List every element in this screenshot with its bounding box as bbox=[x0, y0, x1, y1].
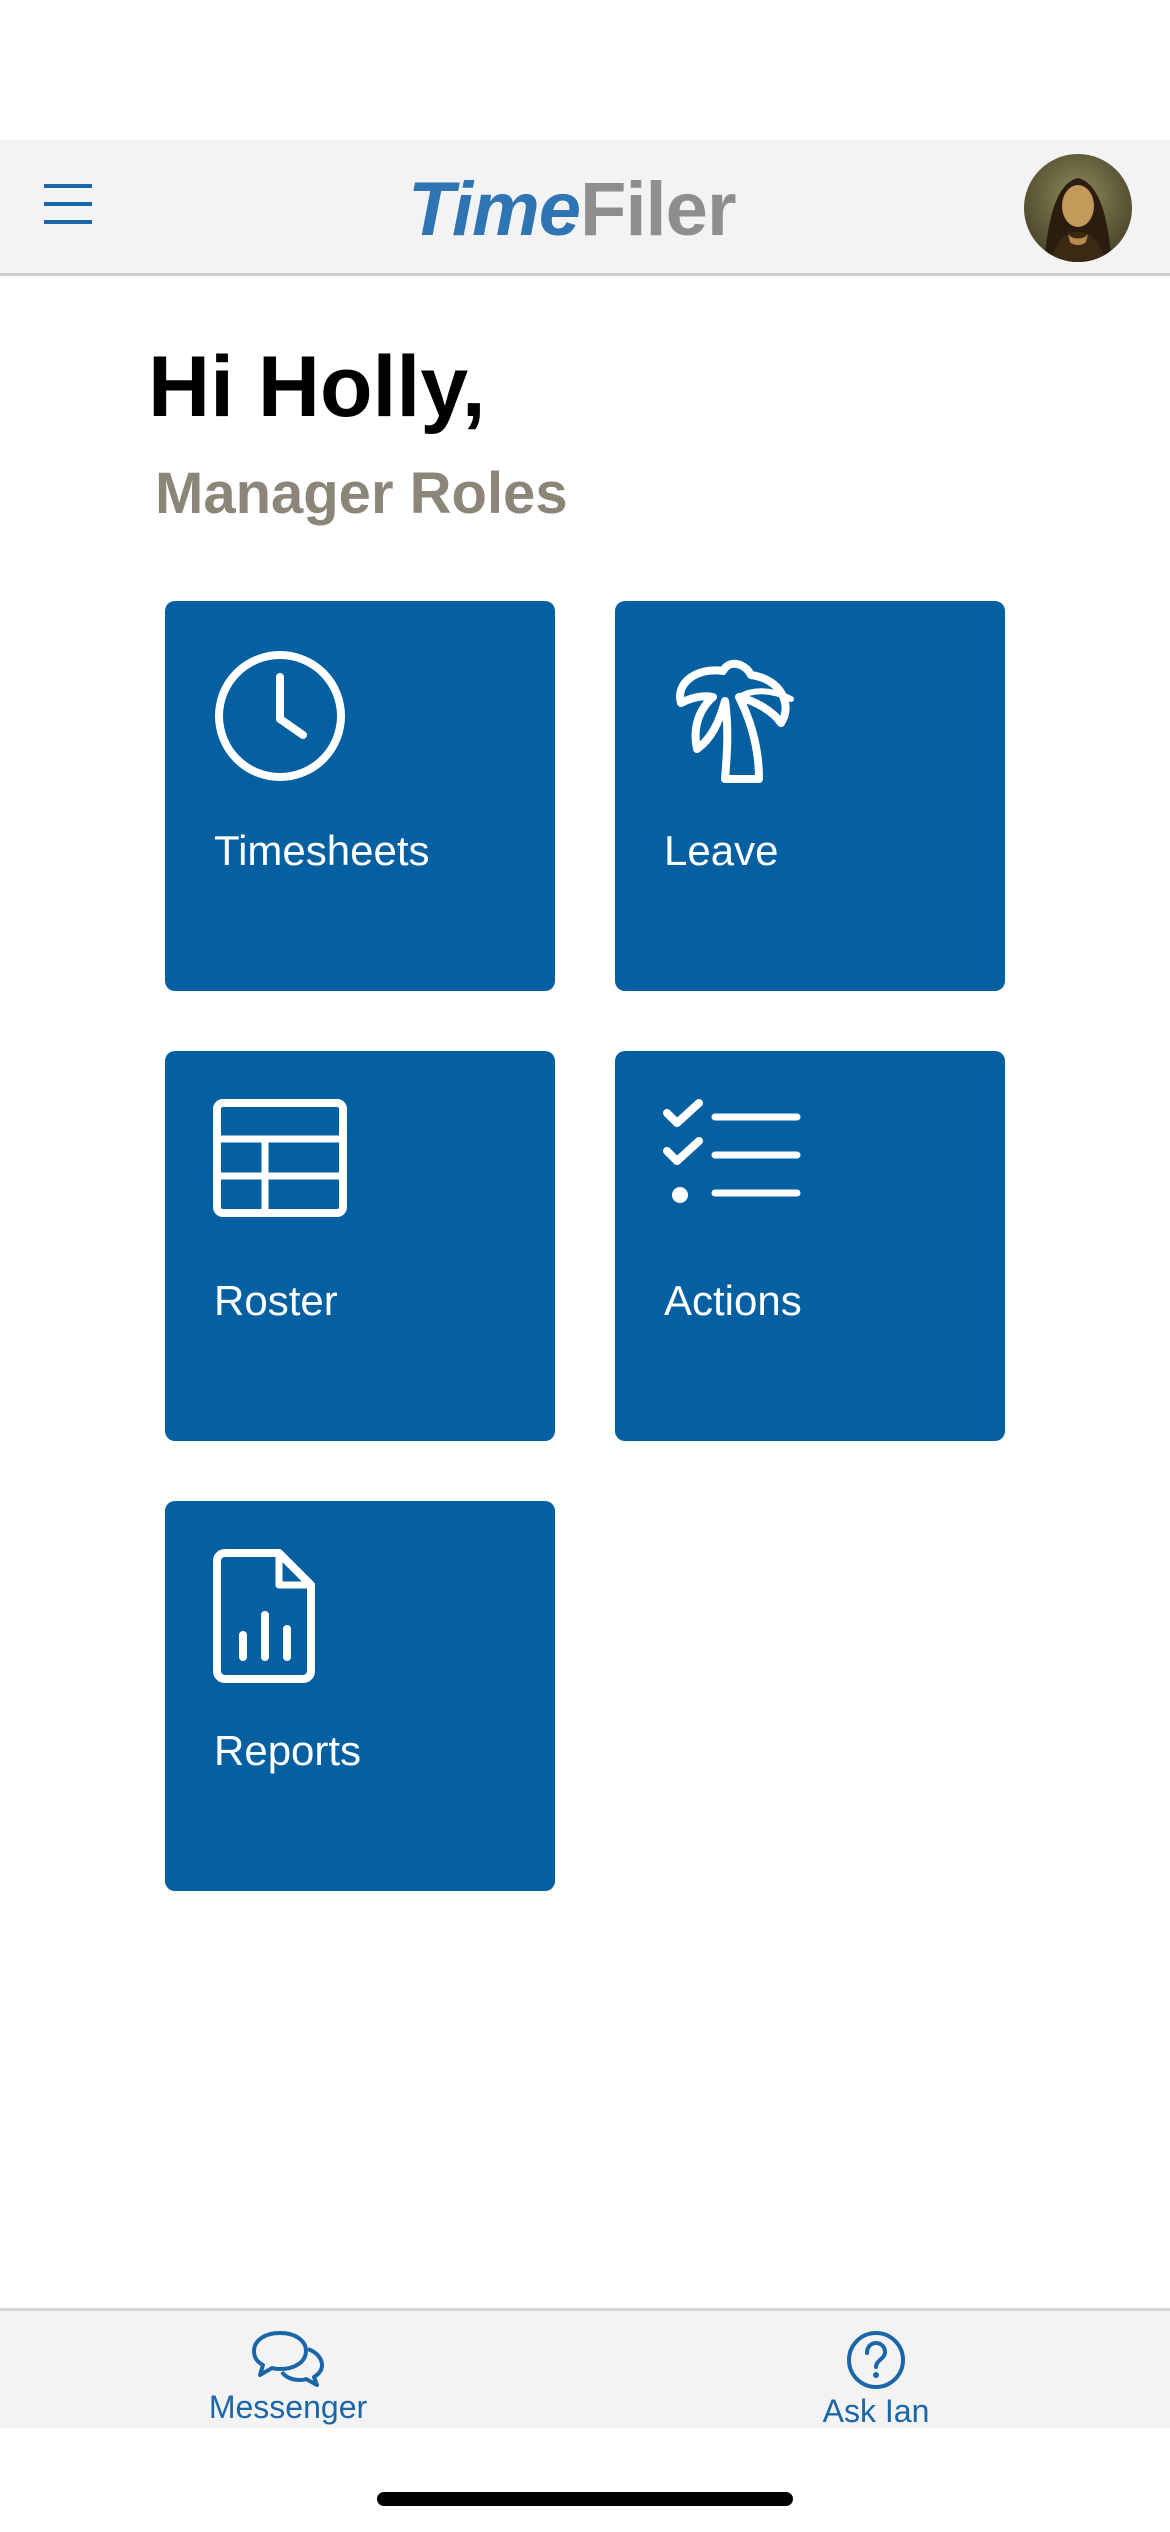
tile-label: Reports bbox=[214, 1727, 362, 1774]
tab-label: Ask Ian bbox=[822, 2393, 930, 2429]
logo-text-time: Time bbox=[408, 167, 581, 252]
tile-roster[interactable]: Roster bbox=[165, 1051, 555, 1441]
tile-reports[interactable]: Reports bbox=[165, 1501, 555, 1891]
app-logo: TimeFiler bbox=[408, 166, 737, 253]
tile-timesheets[interactable]: Timesheets bbox=[165, 601, 555, 991]
greeting-heading: Hi Holly, bbox=[148, 339, 486, 435]
bottom-tab-bar: Messenger Ask Ian bbox=[0, 2308, 1170, 2429]
tab-messenger[interactable]: Messenger bbox=[168, 2329, 408, 2429]
clock-icon bbox=[215, 651, 345, 781]
table-grid-icon bbox=[213, 1099, 347, 1217]
palm-tree-icon bbox=[676, 659, 794, 783]
chat-bubbles-icon bbox=[252, 2331, 324, 2387]
tile-label: Roster bbox=[214, 1277, 338, 1324]
tile-label: Timesheets bbox=[214, 827, 430, 874]
tile-leave[interactable]: Leave bbox=[615, 601, 1005, 991]
tab-label: Messenger bbox=[208, 2389, 368, 2425]
report-document-icon bbox=[213, 1549, 315, 1683]
status-bar bbox=[0, 0, 1170, 140]
tile-label: Actions bbox=[664, 1277, 802, 1324]
hamburger-menu-icon bbox=[44, 184, 92, 224]
section-subtitle: Manager Roles bbox=[155, 461, 568, 526]
menu-button[interactable] bbox=[40, 178, 96, 234]
tab-ask-ian[interactable]: Ask Ian bbox=[756, 2329, 996, 2429]
user-avatar[interactable] bbox=[1024, 154, 1132, 262]
question-circle-icon bbox=[847, 2331, 905, 2389]
logo-text-filer: Filer bbox=[580, 167, 736, 252]
checklist-icon bbox=[663, 1099, 801, 1203]
home-indicator bbox=[377, 2492, 793, 2506]
tile-label: Leave bbox=[664, 827, 779, 874]
app-header: TimeFiler bbox=[0, 140, 1170, 276]
tile-actions[interactable]: Actions bbox=[615, 1051, 1005, 1441]
